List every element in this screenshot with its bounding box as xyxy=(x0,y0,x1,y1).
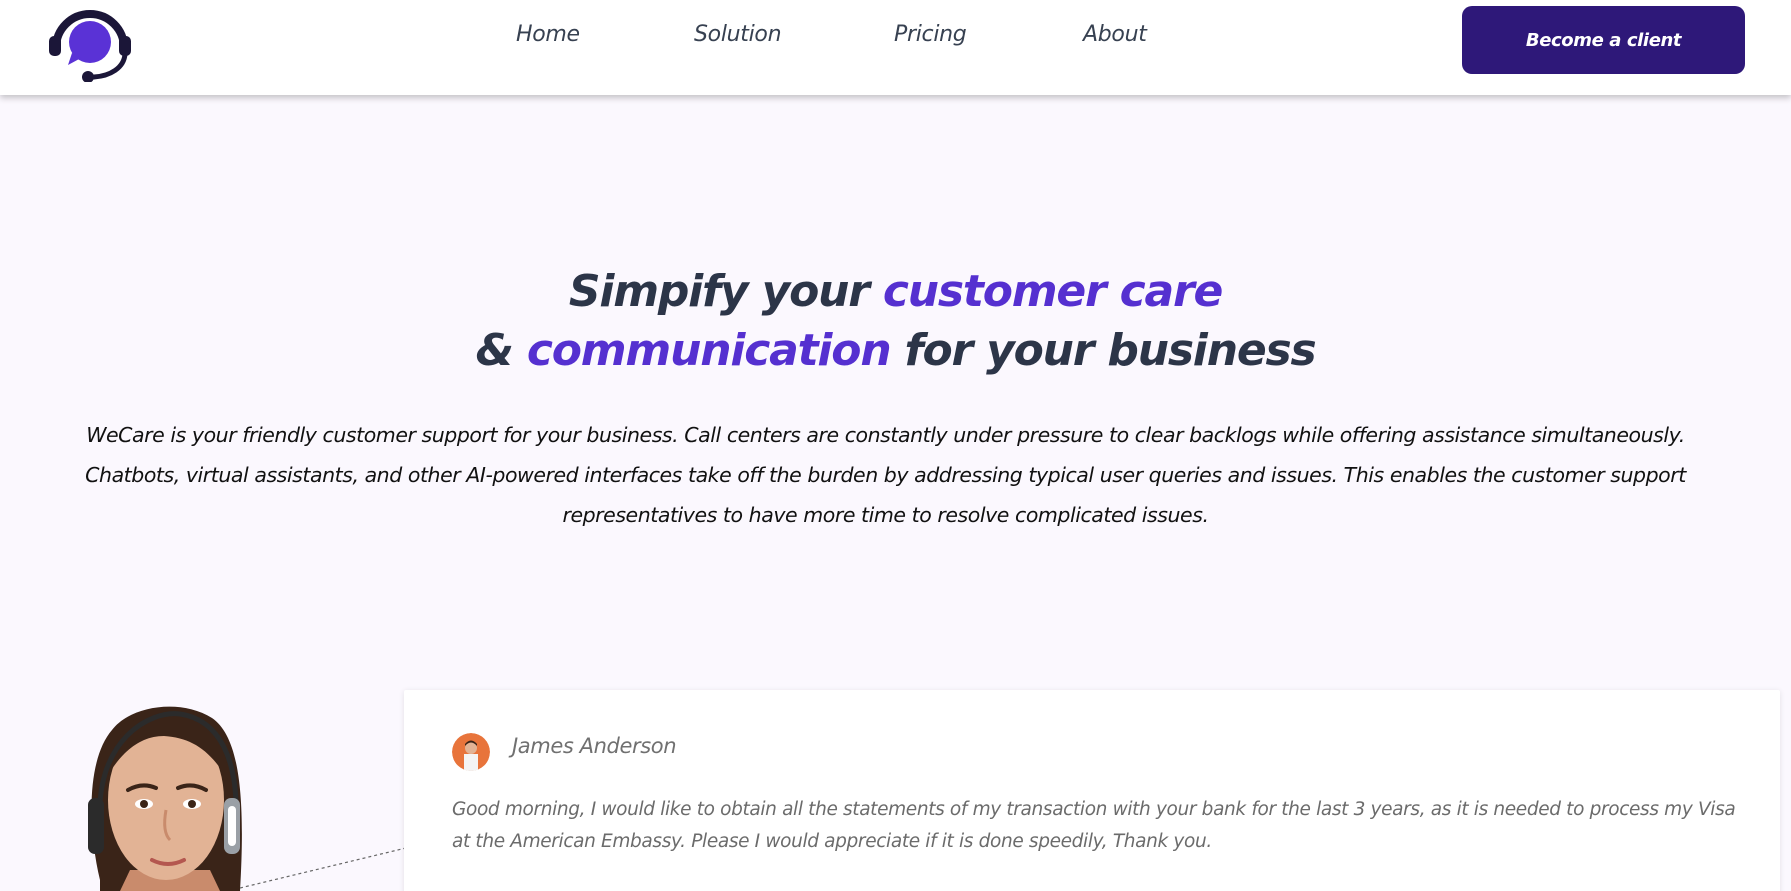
landing-page: Home Solution Pricing About Become a cli… xyxy=(0,0,1791,891)
nav-solution-link[interactable]: Solution xyxy=(694,22,782,47)
user-avatar-icon xyxy=(452,733,490,771)
user-avatar xyxy=(452,733,490,771)
navbar: Home Solution Pricing About Become a cli… xyxy=(0,0,1791,95)
hero-title-tail: for your business xyxy=(890,325,1317,376)
nav-about-link[interactable]: About xyxy=(1083,22,1147,47)
connector-line xyxy=(240,840,410,891)
sender-name: James Anderson xyxy=(512,734,677,758)
hero-description: WeCare is your friendly customer support… xyxy=(85,423,1686,527)
become-client-button[interactable]: Become a client xyxy=(1462,6,1745,74)
dashed-connector xyxy=(240,847,407,889)
message-text: Good morning, I would like to obtain all… xyxy=(452,799,1736,852)
nav-home-link[interactable]: Home xyxy=(516,22,580,47)
support-agent-image xyxy=(60,680,260,891)
hero-title: Simpify your customer care & communicati… xyxy=(0,262,1791,380)
nav-pricing-link[interactable]: Pricing xyxy=(894,22,967,47)
hero-title-ampersand: & xyxy=(475,325,527,376)
hero-title-accent-communication: communication xyxy=(526,325,892,376)
message-card: James Anderson Good morning, I would lik… xyxy=(404,690,1780,891)
hero-title-accent-customer-care: customer care xyxy=(882,266,1223,317)
hero-title-text: Simpify your xyxy=(568,266,883,317)
support-agent-photo xyxy=(88,706,242,891)
